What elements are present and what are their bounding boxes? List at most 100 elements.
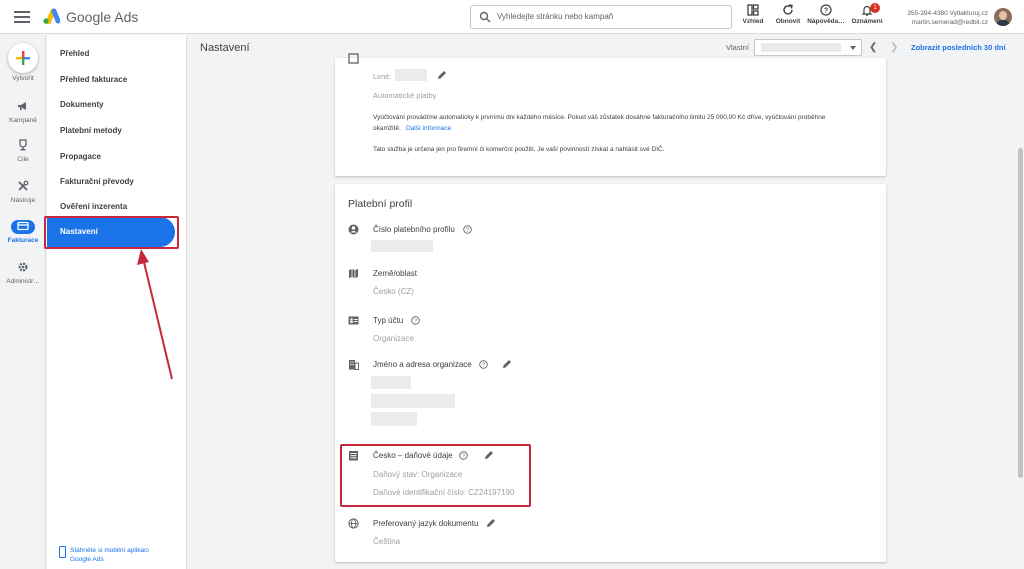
- phone-icon: [59, 546, 66, 558]
- show-last-30-days-link[interactable]: Zobrazit posledních 30 dní: [911, 43, 1006, 52]
- help-label: Nápověda…: [807, 18, 845, 25]
- building-icon: [349, 360, 359, 370]
- help-button[interactable]: ? Nápověda…: [806, 3, 846, 31]
- notifications-label: Oznámení: [851, 18, 883, 25]
- google-ads-logo: [43, 8, 60, 24]
- search-icon: [479, 11, 491, 23]
- date-range-redacted: [761, 43, 841, 52]
- mobile-app-line2: Google Ads: [70, 556, 104, 563]
- account-id: 355-394-4380 Vytlakturuj.cz: [907, 10, 988, 17]
- search-placeholder: Vyhledejte stránku nebo kampaň: [497, 12, 614, 21]
- rail-item-billing[interactable]: Fakturace: [0, 219, 46, 244]
- document-icon: [348, 53, 359, 64]
- limit-label: Limit:: [373, 72, 391, 81]
- rail-label-admin: Administr…: [6, 278, 40, 285]
- account-info[interactable]: 355-394-4380 Vytlakturuj.cz martin.semer…: [907, 9, 988, 27]
- subnav-item-promotions[interactable]: Propagace: [60, 152, 101, 161]
- help-icon[interactable]: ?: [479, 360, 488, 369]
- rail-item-admin[interactable]: Administr…: [0, 260, 46, 285]
- language-value: Čeština: [373, 537, 401, 546]
- help-icon[interactable]: ?: [411, 316, 420, 325]
- trophy-icon: [19, 139, 27, 151]
- language-label: Preferovaný jazyk dokumentu: [373, 519, 479, 528]
- country-value: Česko (CZ): [373, 287, 414, 296]
- svg-text:?: ?: [824, 8, 828, 15]
- rail-item-campaigns[interactable]: Kampaně: [0, 99, 46, 124]
- search-input[interactable]: Vyhledejte stránku nebo kampaň: [470, 5, 732, 29]
- payment-settings-card: Limit: Automatické platby Vyúčtování pro…: [335, 53, 886, 176]
- avatar[interactable]: [994, 8, 1012, 26]
- create-label: Vytvořit: [12, 75, 34, 82]
- subnav-item-billing-summary[interactable]: Přehled fakturace: [60, 75, 127, 84]
- rail-label-billing: Fakturace: [7, 237, 39, 244]
- top-bar: Google Ads Vyhledejte stránku nebo kampa…: [0, 0, 1024, 34]
- org-name-redacted: [371, 376, 411, 389]
- profile-number-redacted: [371, 240, 433, 252]
- auto-payments-label: Automatické platby: [373, 91, 437, 100]
- account-type-value: Organizace: [373, 334, 414, 343]
- billing-description-line2: okamžitě.: [373, 125, 401, 132]
- company-use-note: Tato služba je určena jen pro firemní či…: [373, 146, 665, 153]
- highlight-box-tax-info: [340, 444, 531, 507]
- gear-icon: [18, 262, 28, 272]
- rail-label-tools: Nástroje: [10, 197, 36, 204]
- account-circle-icon: [348, 224, 359, 235]
- chevron-right-icon[interactable]: ❯: [890, 42, 898, 53]
- create-button[interactable]: [8, 43, 38, 73]
- layout-button[interactable]: Vzhled: [733, 3, 773, 31]
- account-type-label: Typ účtu: [373, 316, 404, 325]
- megaphone-icon: [18, 102, 26, 110]
- payment-profile-title: Platební profil: [348, 198, 413, 210]
- notification-badge: 1: [870, 3, 880, 13]
- map-icon: [349, 269, 358, 278]
- rail-label-goals: Cíle: [17, 156, 29, 163]
- org-address-redacted-2: [371, 412, 417, 426]
- highlight-box-settings: [44, 216, 179, 249]
- chevron-down-icon: [850, 46, 856, 50]
- profile-number-label: Číslo platebního profilu: [373, 225, 455, 234]
- subnav-item-verification[interactable]: Ověření inzerenta: [60, 202, 127, 211]
- refresh-label: Obnovit: [775, 18, 801, 25]
- country-label: Země/oblast: [373, 269, 418, 278]
- svg-text:?: ?: [466, 228, 469, 234]
- plus-icon: [16, 51, 30, 65]
- account-email: martin.semerad@redbit.cz: [911, 19, 988, 26]
- rail-item-goals[interactable]: Cíle: [0, 138, 46, 163]
- billing-description-line1: Vyúčtování provádíme automaticky k první…: [373, 114, 826, 121]
- help-icon[interactable]: ?: [463, 225, 472, 234]
- globe-icon: [348, 518, 359, 529]
- date-range-select[interactable]: [754, 39, 862, 56]
- layout-label: Vzhled: [742, 18, 764, 25]
- mobile-app-line1: Stáhněte si mobilní aplikaci: [70, 547, 149, 554]
- id-card-icon: [348, 316, 359, 325]
- svg-text:?: ?: [482, 363, 485, 369]
- pencil-icon[interactable]: [502, 359, 512, 369]
- more-info-link[interactable]: Další informace: [406, 125, 451, 132]
- date-range-label: Vlastní: [726, 43, 749, 52]
- layout-icon: [747, 4, 759, 16]
- svg-text:?: ?: [414, 319, 417, 325]
- pencil-icon[interactable]: [486, 518, 496, 528]
- app-name: Google Ads: [66, 9, 139, 25]
- notifications-button[interactable]: Oznámení 1: [847, 3, 887, 31]
- rail-item-tools[interactable]: Nástroje: [0, 179, 46, 204]
- page-title: Nastavení: [200, 42, 250, 54]
- menu-icon[interactable]: [14, 9, 30, 25]
- billing-subnav: Přehled Přehled fakturace Dokumenty Plat…: [47, 35, 187, 569]
- org-address-redacted-1: [371, 394, 455, 408]
- pencil-icon[interactable]: [437, 70, 447, 80]
- scrollbar-thumb[interactable]: [1018, 148, 1023, 478]
- subnav-item-overview[interactable]: Přehled: [60, 49, 89, 58]
- help-circle-icon: ?: [820, 4, 832, 16]
- limit-redacted: [395, 69, 427, 81]
- refresh-icon: [783, 4, 793, 15]
- subnav-item-payment-methods[interactable]: Platební metody: [60, 126, 122, 135]
- rail-label-campaigns: Kampaně: [9, 117, 37, 124]
- refresh-button[interactable]: Obnovit: [768, 3, 808, 31]
- left-rail: Vytvořit Kampaně Cíle Nástroje Fakturace…: [0, 35, 46, 569]
- subnav-item-transfers[interactable]: Fakturační převody: [60, 177, 134, 186]
- subnav-item-documents[interactable]: Dokumenty: [60, 100, 104, 109]
- tools-icon: [18, 180, 29, 191]
- chevron-left-icon[interactable]: ❮: [869, 42, 877, 53]
- org-label: Jméno a adresa organizace: [373, 360, 472, 369]
